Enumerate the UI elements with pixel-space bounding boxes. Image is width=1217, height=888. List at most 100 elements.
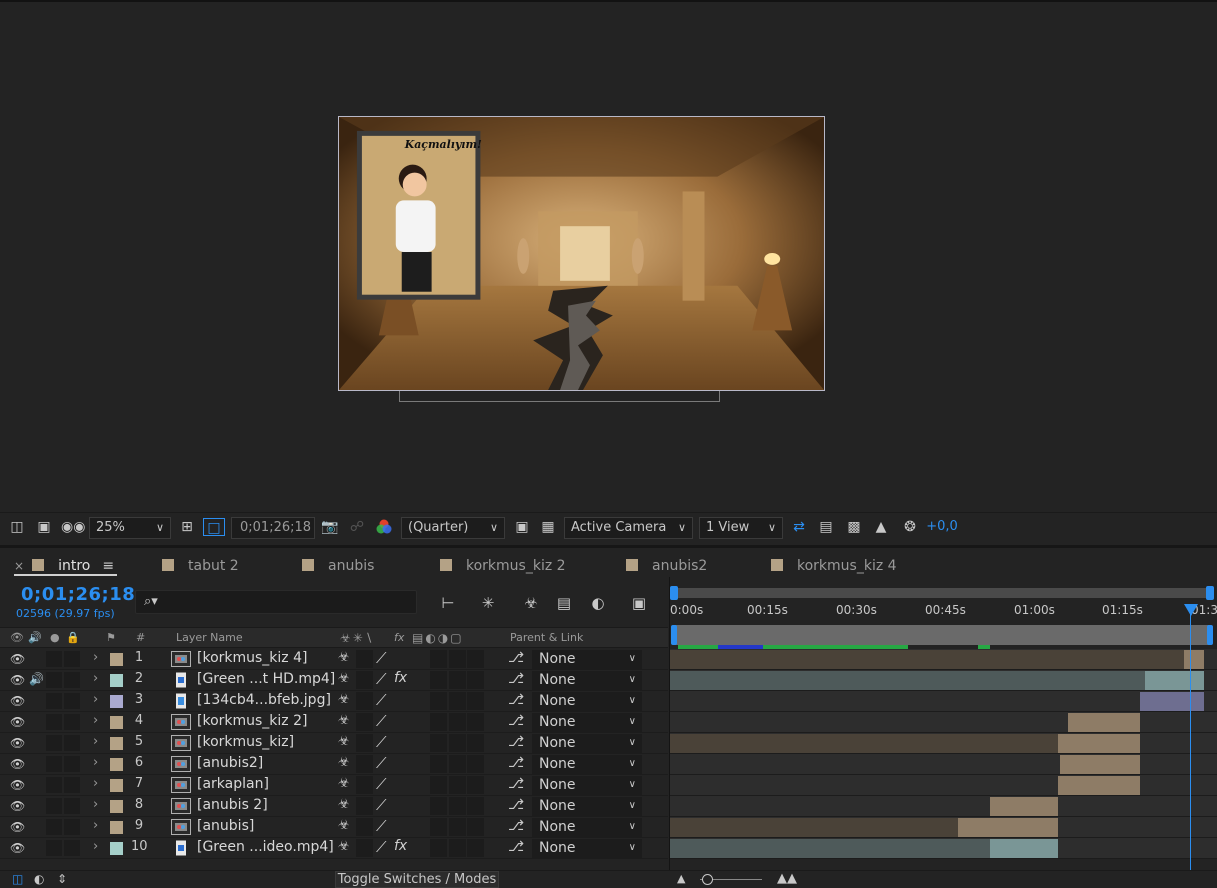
lock-toggle[interactable] [64, 798, 80, 814]
collapse-switch[interactable] [356, 650, 373, 668]
shy-switch-icon[interactable]: ☣ [338, 818, 350, 833]
graph-editor-icon[interactable]: ▣ [628, 592, 650, 614]
quality-switch-icon[interactable]: ⟋ [376, 733, 387, 751]
work-area-start-handle[interactable] [671, 625, 677, 645]
visibility-eye-icon[interactable]: 👁 [10, 694, 25, 708]
pick-whip-icon[interactable]: ⎇ [508, 734, 524, 750]
shy-switch-icon[interactable]: ☣ [338, 755, 350, 770]
lock-toggle[interactable] [64, 651, 80, 667]
resolution-select[interactable]: (Quarter) ∨ [401, 517, 505, 539]
layer-name[interactable]: [korkmus_kiz] [197, 734, 294, 750]
visibility-eye-icon[interactable]: 👁 [10, 673, 25, 687]
shy-layers-icon[interactable]: ☣ [520, 592, 542, 614]
lock-column-icon[interactable]: 🔒 [66, 631, 80, 645]
twirl-down-chevron-icon[interactable]: › [93, 755, 98, 770]
lock-toggle[interactable] [64, 777, 80, 793]
tab-anubis2[interactable]: anubis2 [626, 556, 707, 576]
tab-anubis[interactable]: anubis [302, 556, 374, 576]
adjustment-layer-switch[interactable] [467, 671, 484, 689]
twirl-down-chevron-icon[interactable]: › [93, 734, 98, 749]
frame-blend-switch[interactable] [430, 713, 447, 731]
parent-select[interactable]: None ∨ [532, 755, 642, 774]
layer-name[interactable]: [Green ...ideo.mp4] [197, 839, 334, 855]
quality-switch-icon[interactable]: ⟋ [376, 796, 387, 814]
layer-row[interactable]: 👁 › 3 [134cb4...bfeb.jpg] ☣ ⟋ ⎇ None ∨ [0, 691, 668, 712]
toggle-switches-modes-button[interactable]: Toggle Switches / Modes [335, 871, 499, 888]
composition-mini-flowchart-icon[interactable]: ⊢ [437, 592, 459, 614]
layer-duration-bar[interactable] [670, 818, 958, 837]
visibility-eye-icon[interactable]: 👁 [10, 757, 25, 771]
twirl-down-chevron-icon[interactable]: › [93, 776, 98, 791]
layer-duration-bar[interactable] [1058, 776, 1140, 795]
tab-korkmus-kiz-4[interactable]: korkmus_kiz 4 [771, 556, 897, 576]
layer-duration-bar[interactable] [990, 797, 1058, 816]
pick-whip-icon[interactable]: ⎇ [508, 776, 524, 792]
quality-switch-icon[interactable]: ⟋ [376, 838, 387, 856]
layer-track[interactable] [670, 670, 1217, 691]
layer-track[interactable] [670, 817, 1217, 838]
lock-toggle[interactable] [64, 756, 80, 772]
collapse-switch[interactable] [356, 839, 373, 857]
layer-label-color[interactable] [110, 674, 123, 687]
layer-duration-bar[interactable] [1184, 650, 1204, 669]
layer-row[interactable]: 👁 › 6 [anubis2] ☣ ⟋ ⎇ None ∨ [0, 754, 668, 775]
lock-toggle[interactable] [64, 840, 80, 856]
layer-duration-bar[interactable] [670, 734, 1058, 753]
flowchart-icon[interactable]: ▲ [871, 518, 891, 536]
tab-tabut-2[interactable]: tabut 2 [162, 556, 239, 576]
playhead-line[interactable] [1190, 606, 1191, 888]
camera-snapshot-icon[interactable]: 📷 [320, 518, 340, 536]
layer-name[interactable]: [korkmus_kiz 2] [197, 713, 307, 729]
visibility-column-icon[interactable]: 👁 [10, 631, 24, 645]
adjustment-layer-switch[interactable] [467, 755, 484, 773]
zoom-in-icon[interactable]: ▲▲ [777, 871, 797, 886]
layer-track[interactable] [670, 775, 1217, 796]
adjustment-layer-switch[interactable] [467, 650, 484, 668]
twirl-down-chevron-icon[interactable]: › [93, 650, 98, 665]
pick-whip-icon[interactable]: ⎇ [508, 671, 524, 687]
frame-blend-switch[interactable] [430, 692, 447, 710]
twirl-down-chevron-icon[interactable]: › [93, 839, 98, 854]
pick-whip-icon[interactable]: ⎇ [508, 839, 524, 855]
layer-name[interactable]: [anubis 2] [197, 797, 268, 813]
motion-blur-switch[interactable] [449, 818, 466, 836]
layer-row[interactable]: 👁 › 7 [arkaplan] ☣ ⟋ ⎇ None ∨ [0, 775, 668, 796]
lock-toggle[interactable] [64, 693, 80, 709]
current-time-display[interactable]: 0;01;26;18 [21, 584, 135, 605]
solo-toggle[interactable] [46, 777, 62, 793]
solo-toggle[interactable] [46, 735, 62, 751]
layer-duration-bar[interactable] [1068, 713, 1140, 732]
frame-blend-switch[interactable] [430, 755, 447, 773]
frame-blending-icon[interactable]: ▤ [553, 592, 575, 614]
shy-switch-icon[interactable]: ☣ [338, 776, 350, 791]
effect-switch-icon[interactable]: fx [394, 838, 407, 854]
layer-duration-bar[interactable] [958, 818, 1058, 837]
motion-blur-switch[interactable] [449, 650, 466, 668]
adjustment-layer-switch[interactable] [467, 734, 484, 752]
quality-switch-icon[interactable]: ⟋ [376, 649, 387, 667]
pick-whip-icon[interactable]: ⎇ [508, 692, 524, 708]
draft-3d-icon[interactable]: ✳ [477, 592, 499, 614]
layer-duration-bar[interactable] [990, 839, 1058, 858]
layer-name[interactable]: [anubis2] [197, 755, 263, 771]
parent-link-column-header[interactable]: Parent & Link [510, 631, 583, 645]
layer-track[interactable] [670, 838, 1217, 859]
frame-blend-switch[interactable] [430, 776, 447, 794]
render-3d-icon[interactable]: ▤ [816, 518, 836, 536]
frame-blend-switch[interactable] [430, 797, 447, 815]
viewer-timecode[interactable]: 0;01;26;18 [231, 517, 315, 539]
solo-toggle[interactable] [46, 840, 62, 856]
motion-blur-switch[interactable] [449, 755, 466, 773]
toggle-pixel-aspect-icon[interactable]: ⇄ [789, 518, 809, 536]
frame-blend-switch[interactable] [430, 818, 447, 836]
solo-toggle[interactable] [46, 756, 62, 772]
solo-toggle[interactable] [46, 672, 62, 688]
frame-blend-switch[interactable] [430, 650, 447, 668]
solo-toggle[interactable] [46, 693, 62, 709]
twirl-down-chevron-icon[interactable]: › [93, 818, 98, 833]
parent-select[interactable]: None ∨ [532, 797, 642, 816]
adjustment-layer-switch[interactable] [467, 713, 484, 731]
layer-label-color[interactable] [110, 737, 123, 750]
collapse-switch[interactable] [356, 818, 373, 836]
visibility-eye-icon[interactable]: 👁 [10, 778, 25, 792]
